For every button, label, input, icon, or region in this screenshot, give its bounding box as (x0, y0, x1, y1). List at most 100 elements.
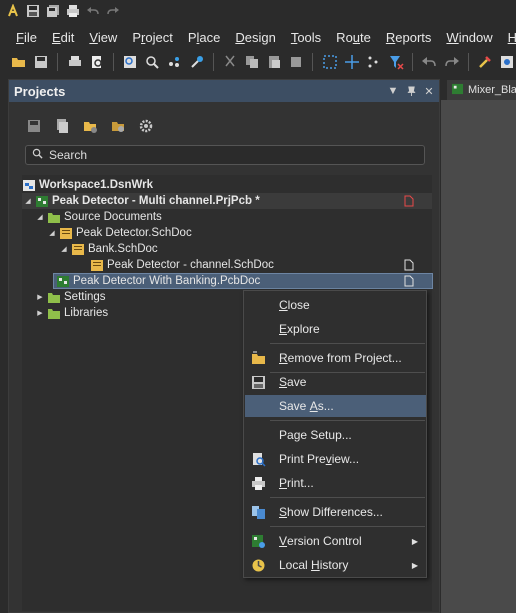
menu-help[interactable]: Help (508, 30, 516, 45)
menu-reports[interactable]: Reports (386, 30, 432, 45)
settings-gear-icon[interactable] (135, 116, 157, 136)
main-toolbar (0, 50, 516, 74)
show-differences-icon (250, 504, 266, 520)
tree-sch-bank[interactable]: ◢ Bank.SchDoc (60, 241, 157, 257)
menu-file[interactable]: File (16, 30, 37, 45)
tree-pcb-document[interactable]: Peak Detector With Banking.PcbDoc (56, 273, 260, 289)
menu-show-differences[interactable]: Show Differences... (245, 501, 426, 523)
menu-separator (270, 526, 425, 527)
tree-workspace[interactable]: Workspace1.DsnWrk (22, 177, 153, 193)
menu-remove-from-project[interactable]: Remove from Project... (245, 347, 426, 369)
local-history-pre: Local (279, 558, 312, 572)
select-points-icon[interactable] (365, 53, 383, 72)
toolbar-undo-icon[interactable] (420, 53, 438, 72)
copy-icon[interactable] (243, 53, 261, 72)
menu-print-preview[interactable]: Print Pre v iew... (245, 448, 426, 470)
panel-menu-icon[interactable]: ▼ (385, 83, 401, 99)
project-options-icon[interactable] (79, 116, 101, 136)
document-icon (404, 275, 414, 287)
remove-mnemonic: R (279, 351, 288, 365)
print-doc-icon[interactable] (65, 53, 83, 72)
menu-version-control[interactable]: Version Control ▶ (245, 530, 426, 552)
toolbar-separator (412, 53, 414, 71)
print-icon[interactable] (66, 4, 80, 18)
save-label: ave (287, 375, 307, 389)
tree-source-documents[interactable]: ◢ Source Documents (36, 209, 162, 225)
save-doc-icon[interactable] (32, 53, 50, 72)
menu-edit-label: dit (60, 29, 75, 45)
compile-icon[interactable] (476, 53, 494, 72)
modified-doc-icon (404, 195, 414, 207)
rubber-stamp-icon[interactable] (287, 53, 305, 72)
version-control-label: ersion Control (287, 534, 362, 548)
add-existing-icon[interactable] (107, 116, 129, 136)
libraries-label: Libraries (64, 307, 109, 319)
save-project-icon[interactable] (23, 116, 45, 136)
version-control-icon (250, 533, 266, 549)
menu-page-setup[interactable]: Pa g e Setup... (245, 424, 426, 446)
menu-local-history[interactable]: Local History ▶ (245, 554, 426, 576)
undo-icon[interactable] (86, 4, 100, 18)
cut-icon[interactable] (221, 53, 239, 72)
schematic-icon (90, 259, 104, 272)
tree-libraries[interactable]: ▶ Libraries (36, 305, 108, 321)
menu-window[interactable]: Window (446, 30, 492, 45)
collapse-icon[interactable]: ◢ (36, 213, 44, 221)
menu-close[interactable]: Close (245, 294, 426, 316)
menu-tools-label: ools (297, 29, 322, 45)
compile-project-icon[interactable] (51, 116, 73, 136)
menu-save-as[interactable]: Save As... (245, 395, 426, 417)
zoom-area-icon[interactable] (143, 53, 161, 72)
close-icon[interactable]: ✕ (421, 83, 437, 99)
menu-view-label: iew (97, 29, 118, 45)
print-preview-icon[interactable] (88, 53, 106, 72)
select-area-icon[interactable] (320, 53, 338, 72)
menu-window-label: indow (458, 29, 493, 45)
inspect-icon[interactable] (498, 53, 516, 72)
save-as-pre: Save (279, 399, 310, 413)
menu-design-mnemonic: D (235, 29, 245, 45)
menu-save[interactable]: Save (245, 371, 426, 393)
menu-route[interactable]: Route (336, 30, 371, 45)
pin-icon[interactable] (403, 83, 419, 99)
menu-route-label: te (360, 29, 371, 45)
collapse-icon[interactable]: ◢ (24, 197, 32, 205)
tree-settings[interactable]: ▶ Settings (36, 289, 105, 305)
menu-view[interactable]: View (89, 30, 117, 45)
menu-project[interactable]: Project (132, 30, 172, 45)
menu-print[interactable]: Print... (245, 472, 426, 494)
paste-icon[interactable] (265, 53, 283, 72)
move-icon[interactable] (343, 53, 361, 72)
folder-icon (47, 211, 61, 224)
document-tab[interactable]: Mixer_Bla (447, 80, 516, 100)
highlight-icon[interactable] (187, 53, 205, 72)
collapse-icon[interactable]: ◢ (60, 245, 68, 253)
menu-design[interactable]: Design (235, 30, 275, 45)
menu-bar: File Edit View Project Place Design Tool… (0, 26, 516, 48)
save-all-icon[interactable] (46, 4, 60, 18)
redo-icon[interactable] (106, 4, 120, 18)
cross-probe-icon[interactable] (165, 53, 183, 72)
open-folder-icon[interactable] (10, 53, 28, 72)
menu-place[interactable]: Place (188, 30, 221, 45)
toolbar-redo-icon[interactable] (442, 53, 460, 72)
zoom-fit-icon[interactable] (121, 53, 139, 72)
collapse-icon[interactable]: ◢ (48, 229, 56, 237)
menu-edit[interactable]: Edit (52, 30, 74, 45)
menu-project-label: oject (145, 29, 173, 45)
menu-explore[interactable]: Explore (245, 318, 426, 340)
save-icon[interactable] (26, 4, 40, 18)
tree-sch-peak-detector[interactable]: ◢ Peak Detector.SchDoc (48, 225, 191, 241)
tree-project[interactable]: ◢ Peak Detector - Multi channel.PrjPcb * (24, 193, 260, 209)
page-setup-label: e Setup... (300, 428, 352, 442)
project-label: Peak Detector - Multi channel.PrjPcb * (52, 195, 260, 207)
expand-icon[interactable]: ▶ (36, 293, 44, 301)
search-box[interactable] (25, 145, 425, 165)
expand-icon[interactable]: ▶ (36, 309, 44, 317)
menu-route-o: o (345, 29, 353, 45)
clear-filter-icon[interactable] (387, 53, 405, 72)
menu-project-first: P (132, 29, 141, 45)
search-input[interactable] (49, 148, 409, 162)
tree-sch-channel[interactable]: Peak Detector - channel.SchDoc (90, 257, 274, 273)
menu-tools[interactable]: Tools (291, 30, 321, 45)
